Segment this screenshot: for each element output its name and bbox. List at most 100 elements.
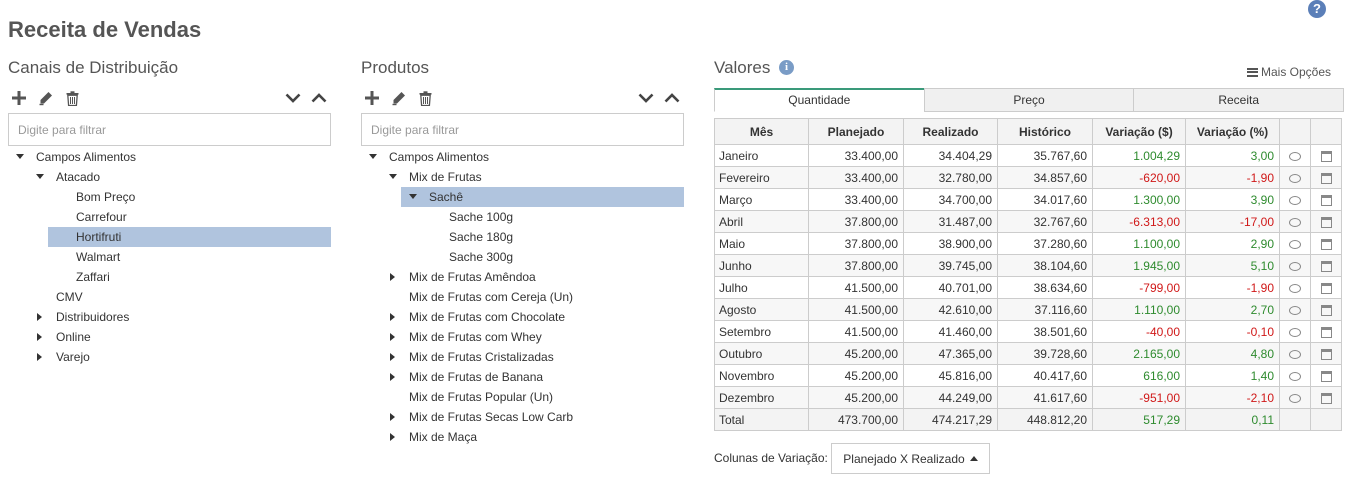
pencil-icon[interactable] xyxy=(389,89,407,107)
tree-node-campos-alimentos[interactable]: Campos Alimentos xyxy=(361,147,684,167)
channels-filter-input[interactable] xyxy=(8,113,331,146)
comment-icon[interactable] xyxy=(1289,239,1301,249)
comment-icon[interactable] xyxy=(1289,371,1301,381)
tab-quantidade[interactable]: Quantidade xyxy=(714,88,925,112)
actual-cell[interactable]: 44.249,00 xyxy=(903,386,998,409)
tree-node-distribuidores[interactable]: Distribuidores xyxy=(28,307,331,327)
calendar-cell[interactable] xyxy=(1310,254,1342,277)
caret-down-icon[interactable] xyxy=(15,147,25,167)
comment-icon[interactable] xyxy=(1289,261,1301,271)
trash-icon[interactable] xyxy=(416,89,434,107)
actual-cell[interactable]: 40.701,00 xyxy=(903,276,998,299)
actual-cell[interactable]: 34.700,00 xyxy=(903,188,998,211)
tree-node-sache-100g[interactable]: Sache 100g xyxy=(421,207,684,227)
pencil-icon[interactable] xyxy=(36,89,54,107)
comment-cell[interactable] xyxy=(1279,364,1311,387)
calendar-icon[interactable] xyxy=(1320,348,1332,360)
tree-node-atacado[interactable]: Atacado xyxy=(28,167,331,187)
tree-node-mix-de-frutas[interactable]: Mix de Frutas xyxy=(381,167,684,187)
caret-down-icon[interactable] xyxy=(368,147,378,167)
calendar-cell[interactable] xyxy=(1310,386,1342,409)
tree-node-varejo[interactable]: Varejo xyxy=(28,347,331,367)
tree-node-mix-de-maca[interactable]: Mix de Maça xyxy=(381,427,684,447)
caret-down-icon[interactable] xyxy=(408,187,418,207)
calendar-icon[interactable] xyxy=(1320,326,1332,338)
info-icon[interactable]: i xyxy=(779,60,794,75)
tree-node-online[interactable]: Online xyxy=(28,327,331,347)
comment-cell[interactable] xyxy=(1279,298,1311,321)
calendar-icon[interactable] xyxy=(1320,304,1332,316)
caret-right-icon[interactable] xyxy=(388,407,398,427)
caret-right-icon[interactable] xyxy=(388,347,398,367)
add-icon[interactable] xyxy=(10,89,28,107)
caret-right-icon[interactable] xyxy=(388,307,398,327)
tree-node-cmv[interactable]: CMV xyxy=(28,287,331,307)
calendar-cell[interactable] xyxy=(1310,276,1342,299)
tree-node-mix-de-frutas-com-chocolate[interactable]: Mix de Frutas com Chocolate xyxy=(381,307,684,327)
add-icon[interactable] xyxy=(363,89,381,107)
calendar-cell[interactable] xyxy=(1310,188,1342,211)
caret-right-icon[interactable] xyxy=(35,327,45,347)
tree-node-mix-de-frutas-amendoa[interactable]: Mix de Frutas Amêndoa xyxy=(381,267,684,287)
tree-node-sache-300g[interactable]: Sache 300g xyxy=(421,247,684,267)
chevron-down-icon[interactable] xyxy=(284,89,302,107)
calendar-icon[interactable] xyxy=(1320,150,1332,162)
comment-icon[interactable] xyxy=(1289,195,1301,205)
more-options-button[interactable]: Mais Opções xyxy=(1247,65,1331,79)
tree-node-sache-180g[interactable]: Sache 180g xyxy=(421,227,684,247)
calendar-icon[interactable] xyxy=(1320,370,1332,382)
caret-down-icon[interactable] xyxy=(35,167,45,187)
comment-cell[interactable] xyxy=(1279,386,1311,409)
comment-icon[interactable] xyxy=(1289,283,1301,293)
tree-node-campos-alimentos[interactable]: Campos Alimentos xyxy=(8,147,331,167)
actual-cell[interactable]: 39.745,00 xyxy=(903,254,998,277)
tab-receita[interactable]: Receita xyxy=(1133,88,1345,112)
actual-cell[interactable]: 42.610,00 xyxy=(903,298,998,321)
comment-icon[interactable] xyxy=(1289,349,1301,359)
tree-node-mix-de-frutas-secas-low-carb[interactable]: Mix de Frutas Secas Low Carb xyxy=(381,407,684,427)
caret-right-icon[interactable] xyxy=(388,367,398,387)
caret-right-icon[interactable] xyxy=(388,327,398,347)
calendar-icon[interactable] xyxy=(1320,282,1332,294)
column-header-mes[interactable]: Mês xyxy=(714,118,809,145)
column-header-historico[interactable]: Histórico xyxy=(997,118,1093,145)
chevron-up-icon[interactable] xyxy=(663,89,681,107)
column-header-realizado[interactable]: Realizado xyxy=(903,118,998,145)
comment-icon[interactable] xyxy=(1289,217,1301,227)
comment-icon[interactable] xyxy=(1289,305,1301,315)
tree-node-mix-de-frutas-popular-un[interactable]: Mix de Frutas Popular (Un) xyxy=(381,387,684,407)
calendar-cell[interactable] xyxy=(1310,166,1342,189)
comment-cell[interactable] xyxy=(1279,320,1311,343)
comment-cell[interactable] xyxy=(1279,232,1311,255)
actual-cell[interactable]: 38.900,00 xyxy=(903,232,998,255)
calendar-cell[interactable] xyxy=(1310,342,1342,365)
caret-right-icon[interactable] xyxy=(35,307,45,327)
help-icon[interactable]: ? xyxy=(1308,0,1326,18)
tree-node-mix-de-frutas-com-cereja-un[interactable]: Mix de Frutas com Cereja (Un) xyxy=(381,287,684,307)
tree-node-walmart[interactable]: Walmart xyxy=(48,247,331,267)
comment-icon[interactable] xyxy=(1289,173,1301,183)
actual-cell[interactable]: 41.460,00 xyxy=(903,320,998,343)
calendar-icon[interactable] xyxy=(1320,260,1332,272)
actual-cell[interactable]: 31.487,00 xyxy=(903,210,998,233)
products-filter-input[interactable] xyxy=(361,113,684,146)
comment-cell[interactable] xyxy=(1279,144,1311,167)
comment-cell[interactable] xyxy=(1279,254,1311,277)
caret-right-icon[interactable] xyxy=(388,427,398,447)
calendar-icon[interactable] xyxy=(1320,392,1332,404)
caret-down-icon[interactable] xyxy=(388,167,398,187)
comment-cell[interactable] xyxy=(1279,166,1311,189)
chevron-down-icon[interactable] xyxy=(637,89,655,107)
calendar-cell[interactable] xyxy=(1310,232,1342,255)
tree-node-bom-preco[interactable]: Bom Preço xyxy=(48,187,331,207)
calendar-icon[interactable] xyxy=(1320,172,1332,184)
trash-icon[interactable] xyxy=(63,89,81,107)
comment-cell[interactable] xyxy=(1279,210,1311,233)
comment-cell[interactable] xyxy=(1279,276,1311,299)
calendar-icon[interactable] xyxy=(1320,194,1332,206)
tree-node-mix-de-frutas-cristalizadas[interactable]: Mix de Frutas Cristalizadas xyxy=(381,347,684,367)
comment-icon[interactable] xyxy=(1289,327,1301,337)
actual-cell[interactable]: 32.780,00 xyxy=(903,166,998,189)
column-header-variacao-pct[interactable]: Variação (%) xyxy=(1185,118,1280,145)
tree-node-zaffari[interactable]: Zaffari xyxy=(48,267,331,287)
